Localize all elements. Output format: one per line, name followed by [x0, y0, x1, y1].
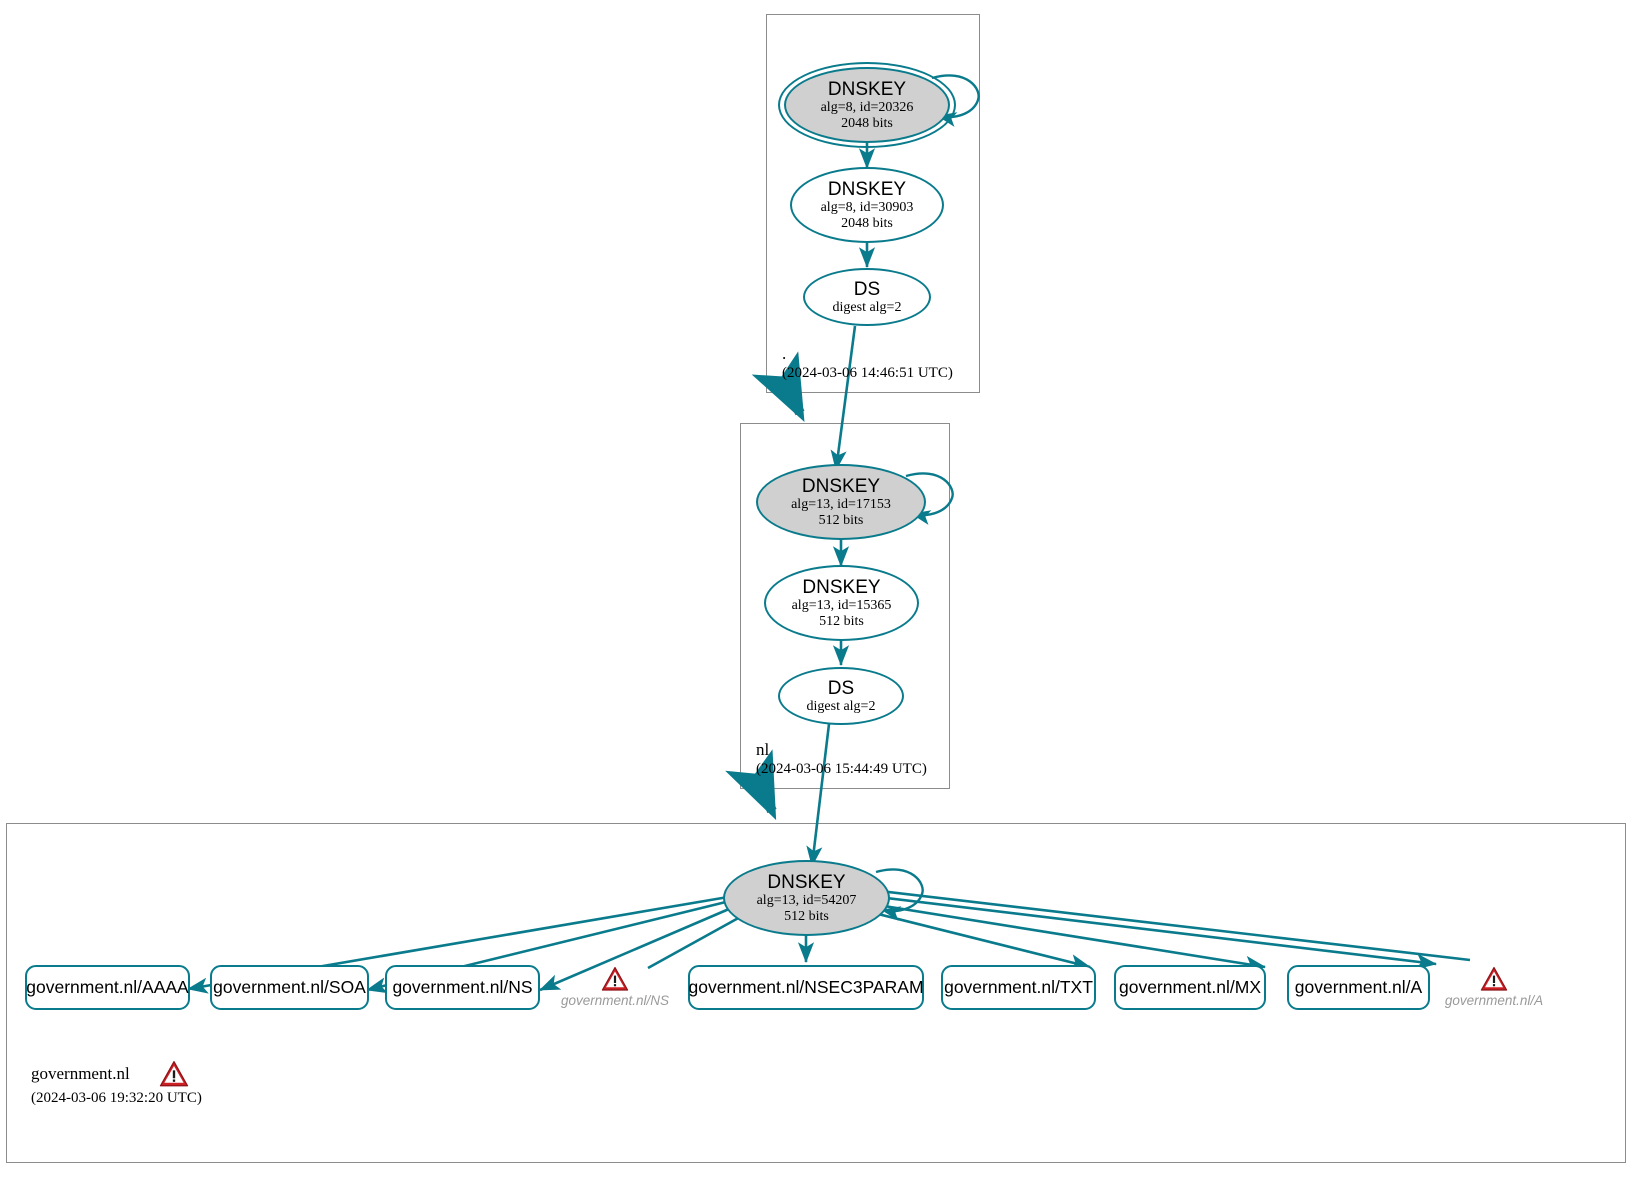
record-error-government-nl-ns[interactable]: government.nl/NS [558, 966, 672, 1008]
record-label: government.nl/NSEC3PARAM [688, 977, 924, 997]
node-title: DNSKEY [801, 475, 881, 497]
node-root-ds[interactable]: DS digest alg=2 [803, 268, 931, 326]
warning-triangle-icon [159, 1061, 189, 1087]
node-nl-dnskey-zsk[interactable]: DNSKEY alg=13, id=15365 512 bits [764, 565, 919, 641]
node-root-dnskey-ksk[interactable]: DNSKEY alg=8, id=20326 2048 bits [784, 67, 950, 143]
node-title: DNSKEY [827, 178, 907, 200]
node-detail: 2048 bits [841, 215, 893, 231]
record-box-government-nl-aaaa[interactable]: government.nl/AAAA [25, 965, 190, 1010]
zone-timestamp-root: (2024-03-06 14:46:51 UTC) [782, 365, 953, 381]
node-detail: 512 bits [818, 512, 864, 528]
warning-triangle-icon [601, 966, 629, 991]
node-subtitle: alg=8, id=30903 [820, 199, 914, 215]
record-label: government.nl/A [1444, 993, 1544, 1008]
node-subtitle: alg=13, id=15365 [791, 597, 892, 613]
node-title: DS [827, 677, 855, 699]
zone-label-government-nl: government.nl [31, 1064, 130, 1083]
record-box-government-nl-ns[interactable]: government.nl/NS [385, 965, 540, 1010]
record-box-government-nl-mx[interactable]: government.nl/MX [1114, 965, 1266, 1010]
node-subtitle: digest alg=2 [832, 299, 902, 315]
warning-triangle-icon [1480, 966, 1508, 991]
node-subtitle: alg=8, id=20326 [820, 99, 914, 115]
record-label: government.nl/NS [560, 993, 670, 1008]
node-title: DS [853, 278, 881, 300]
zone-timestamp-government-nl: (2024-03-06 19:32:20 UTC) [31, 1090, 202, 1106]
node-title: DNSKEY [802, 576, 881, 598]
node-subtitle: alg=13, id=54207 [756, 892, 857, 908]
node-detail: 512 bits [819, 613, 864, 629]
zone-label-root: . [782, 344, 787, 363]
zone-timestamp-nl: (2024-03-06 15:44:49 UTC) [756, 761, 927, 777]
node-subtitle: alg=13, id=17153 [791, 496, 891, 512]
node-title: DNSKEY [827, 78, 907, 100]
node-government-nl-dnskey-ksk[interactable]: DNSKEY alg=13, id=54207 512 bits [723, 860, 890, 936]
node-nl-ds[interactable]: DS digest alg=2 [778, 667, 904, 725]
record-label: government.nl/MX [1118, 977, 1261, 997]
node-subtitle: digest alg=2 [806, 698, 876, 714]
zone-warning-icon-government-nl[interactable] [159, 1060, 189, 1088]
record-error-government-nl-a[interactable]: government.nl/A [1444, 966, 1544, 1008]
record-box-government-nl-a[interactable]: government.nl/A [1287, 965, 1430, 1010]
record-label: government.nl/NS [392, 977, 533, 997]
node-detail: 2048 bits [841, 115, 893, 131]
record-box-government-nl-soa[interactable]: government.nl/SOA [210, 965, 369, 1010]
record-label: government.nl/TXT [944, 977, 1093, 997]
node-title: DNSKEY [767, 871, 846, 893]
record-label: government.nl/SOA [213, 977, 366, 997]
dnssec-chain-diagram: DNSKEY alg=8, id=20326 2048 bits DNSKEY … [0, 0, 1631, 1177]
record-label: government.nl/AAAA [26, 977, 189, 997]
node-detail: 512 bits [784, 908, 829, 924]
node-nl-dnskey-ksk[interactable]: DNSKEY alg=13, id=17153 512 bits [756, 464, 926, 540]
record-box-government-nl-nsec3param[interactable]: government.nl/NSEC3PARAM [688, 965, 924, 1010]
record-label: government.nl/A [1294, 977, 1423, 997]
node-root-dnskey-zsk[interactable]: DNSKEY alg=8, id=30903 2048 bits [790, 167, 944, 243]
zone-label-nl: nl [756, 740, 770, 759]
record-box-government-nl-txt[interactable]: government.nl/TXT [941, 965, 1096, 1010]
